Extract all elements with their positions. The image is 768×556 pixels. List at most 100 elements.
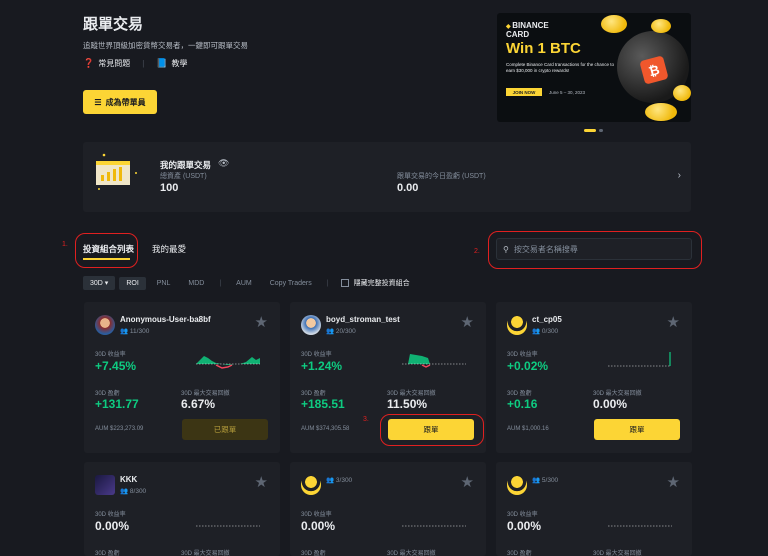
today-pnl-label: 跟單交易的今日盈虧 (USDT) bbox=[397, 173, 486, 180]
trader-name[interactable]: ct_cp05 bbox=[532, 315, 562, 324]
carousel-indicator bbox=[584, 129, 603, 132]
roi-label: 30D 收益率 bbox=[301, 512, 332, 518]
roi-label: 30D 收益率 bbox=[507, 512, 538, 518]
hide-full-checkbox[interactable]: 隱藏完整投資組合 bbox=[340, 278, 410, 288]
roi-sparkline bbox=[402, 525, 466, 527]
book-icon: 📘 bbox=[156, 58, 168, 68]
mdd-value: 0.00% bbox=[593, 397, 628, 411]
pnl-label: 30D 盈虧 bbox=[507, 551, 532, 556]
avatar bbox=[301, 475, 321, 495]
mdd-value: 11.50% bbox=[387, 397, 428, 411]
copy-button[interactable]: 跟單 bbox=[594, 419, 680, 440]
roi-label: 30D 收益率 bbox=[95, 512, 126, 518]
copier-count: 👥 3/300 bbox=[326, 477, 353, 484]
tab-portfolio-list[interactable]: 投資組合列表 bbox=[83, 243, 134, 255]
divider: | bbox=[326, 279, 329, 287]
pnl-label: 30D 盈虧 bbox=[301, 391, 326, 397]
pnl-label: 30D 盈虧 bbox=[301, 551, 326, 556]
banner-date: June 5 – 30, 2023 bbox=[549, 90, 586, 95]
trader-card[interactable]: 👥 3/300 ★ 30D 收益率 0.00% 30D 盈虧 30D 最大交易回… bbox=[290, 462, 486, 556]
roi-label: 30D 收益率 bbox=[507, 352, 538, 358]
my-copy-trading-panel[interactable]: 我的跟單交易 👁 總資產 (USDT) 100 跟單交易的今日盈虧 (USDT)… bbox=[83, 142, 691, 212]
roi-label: 30D 收益率 bbox=[301, 352, 332, 358]
my-copy-trading-title: 我的跟單交易 bbox=[160, 160, 212, 170]
roi-label: 30D 收益率 bbox=[95, 352, 126, 358]
mdd-label: 30D 最大交易回撤 bbox=[181, 391, 230, 397]
binance-card-logo: ◆ BINANCE CARD bbox=[506, 21, 549, 39]
banner-headline: Win 1 BTC bbox=[506, 40, 581, 57]
copier-count: 👥 20/300 bbox=[326, 328, 356, 335]
tab-favorites[interactable]: 我的最愛 bbox=[152, 243, 186, 255]
trader-name[interactable]: boyd_stroman_test bbox=[326, 315, 400, 324]
sort-aum[interactable]: AUM bbox=[229, 277, 259, 290]
sort-roi[interactable]: ROI bbox=[119, 276, 146, 290]
avatar bbox=[507, 315, 527, 335]
star-icon[interactable]: ★ bbox=[461, 313, 474, 331]
divider: | bbox=[142, 59, 145, 68]
carousel-dot[interactable] bbox=[599, 129, 603, 132]
pnl-value: +0.16 bbox=[507, 397, 538, 411]
roi-sparkline bbox=[608, 352, 671, 367]
period-dropdown[interactable]: 30D ▾ bbox=[83, 276, 116, 290]
page-title: 跟單交易 bbox=[83, 16, 144, 33]
chevron-right-icon[interactable]: › bbox=[678, 170, 681, 181]
faq-link[interactable]: 常見問題 bbox=[98, 58, 130, 69]
today-pnl-value: 0.00 bbox=[397, 182, 419, 194]
promo-banner[interactable]: ◆ BINANCE CARD Win 1 BTC Complete Binance… bbox=[497, 13, 691, 122]
aum-value: AUM $223,273.09 bbox=[95, 426, 144, 432]
mdd-label: 30D 最大交易回撤 bbox=[387, 551, 436, 556]
roi-sparkline bbox=[196, 525, 260, 527]
sort-mdd[interactable]: MDD bbox=[181, 277, 211, 290]
coin-graphic bbox=[645, 103, 677, 121]
mdd-value: 6.67% bbox=[181, 397, 216, 411]
sort-copy-traders[interactable]: Copy Traders bbox=[263, 277, 319, 290]
roi-value: +7.45% bbox=[95, 359, 137, 373]
trader-card[interactable]: KKK 👥 8/300 ★ 30D 收益率 0.00% 30D 盈虧 30D 最… bbox=[84, 462, 280, 556]
help-links: ❓ 常見問題 | 📘 教學 bbox=[83, 58, 188, 69]
roi-value: 0.00% bbox=[301, 519, 336, 533]
total-assets-label: 總資產 (USDT) bbox=[160, 173, 207, 180]
filter-bar: 30D ▾ ROI PNL MDD | AUM Copy Traders | 隱… bbox=[83, 276, 410, 290]
roi-sparkline bbox=[402, 354, 466, 368]
trader-name[interactable]: Anonymous-User-ba8bf bbox=[120, 315, 211, 324]
become-leader-button[interactable]: ☰ 成為帶單員 bbox=[83, 90, 157, 114]
pnl-value: +131.77 bbox=[95, 397, 139, 411]
annotation-circle-3 bbox=[380, 414, 484, 446]
roi-sparkline bbox=[196, 356, 260, 369]
trader-card[interactable]: 👥 5/300 ★ 30D 收益率 0.00% 30D 盈虧 30D 最大交易回… bbox=[496, 462, 692, 556]
carousel-dot-active[interactable] bbox=[584, 129, 596, 132]
become-leader-label: 成為帶單員 bbox=[105, 97, 146, 107]
copier-count: 👥 5/300 bbox=[532, 477, 559, 484]
star-icon[interactable]: ★ bbox=[255, 313, 268, 331]
search-placeholder: 按交易者名稱搜尋 bbox=[513, 244, 578, 254]
star-icon[interactable]: ★ bbox=[667, 313, 680, 331]
star-icon[interactable]: ★ bbox=[667, 473, 680, 491]
tab-active-indicator bbox=[83, 258, 130, 260]
roi-value: 0.00% bbox=[507, 519, 542, 533]
eye-icon[interactable]: 👁 bbox=[218, 158, 229, 169]
trader-card[interactable]: Anonymous-User-ba8bf 👥 11/300 ★ 30D 收益率 … bbox=[84, 302, 280, 453]
star-icon[interactable]: ★ bbox=[255, 473, 268, 491]
page-subtitle: 追蹤世界頂級加密貨幣交易者，一鍵即可跟單交易 bbox=[83, 41, 248, 50]
annotation-3: 3. bbox=[363, 416, 369, 423]
search-input[interactable]: ⚲ 按交易者名稱搜尋 bbox=[496, 238, 692, 260]
mdd-label: 30D 最大交易回撤 bbox=[593, 391, 642, 397]
pnl-label: 30D 盈虧 bbox=[507, 391, 532, 397]
banner-description: Complete Binance Card transactions for t… bbox=[506, 62, 615, 73]
trader-card[interactable]: ct_cp05 👥 0/300 ★ 30D 收益率 +0.02% 30D 盈虧 … bbox=[496, 302, 692, 453]
copier-count: 👥 0/300 bbox=[532, 328, 559, 335]
avatar bbox=[95, 315, 115, 335]
chart-illustration-icon bbox=[96, 153, 137, 190]
copied-button[interactable]: 已跟單 bbox=[182, 419, 268, 440]
tutorial-link[interactable]: 教學 bbox=[172, 58, 188, 69]
avatar bbox=[95, 475, 115, 495]
trader-name[interactable]: KKK bbox=[120, 475, 137, 484]
sort-pnl[interactable]: PNL bbox=[150, 277, 178, 290]
star-icon[interactable]: ★ bbox=[461, 473, 474, 491]
pnl-label: 30D 盈虧 bbox=[95, 551, 120, 556]
aum-value: AUM $1,000.16 bbox=[507, 426, 549, 432]
pnl-label: 30D 盈虧 bbox=[95, 391, 120, 397]
divider: | bbox=[219, 279, 222, 287]
join-now-button[interactable]: JOIN NOW bbox=[506, 88, 542, 96]
coin-graphic bbox=[601, 15, 627, 33]
